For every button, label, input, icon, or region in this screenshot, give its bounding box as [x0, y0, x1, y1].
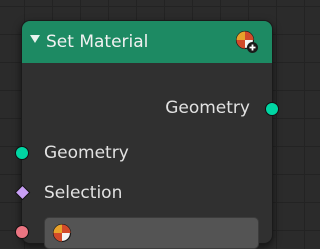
input-geometry-label: Geometry	[44, 143, 129, 163]
node-header[interactable]: Set Material	[22, 21, 272, 63]
node-title: Set Material	[46, 32, 149, 52]
set-material-node[interactable]: Set Material Geometry Geometry Selection	[16, 20, 278, 249]
collapse-icon[interactable]	[30, 35, 40, 43]
material-add-icon[interactable]	[235, 30, 259, 54]
input-selection-socket[interactable]	[16, 186, 29, 199]
output-geometry-label: Geometry	[165, 98, 250, 118]
material-field[interactable]	[44, 217, 259, 249]
output-geometry-socket[interactable]	[266, 103, 278, 115]
material-icon[interactable]	[52, 223, 72, 243]
input-geometry-socket[interactable]	[16, 147, 28, 159]
input-material-socket[interactable]	[16, 226, 28, 238]
input-selection-label: Selection	[44, 183, 123, 203]
